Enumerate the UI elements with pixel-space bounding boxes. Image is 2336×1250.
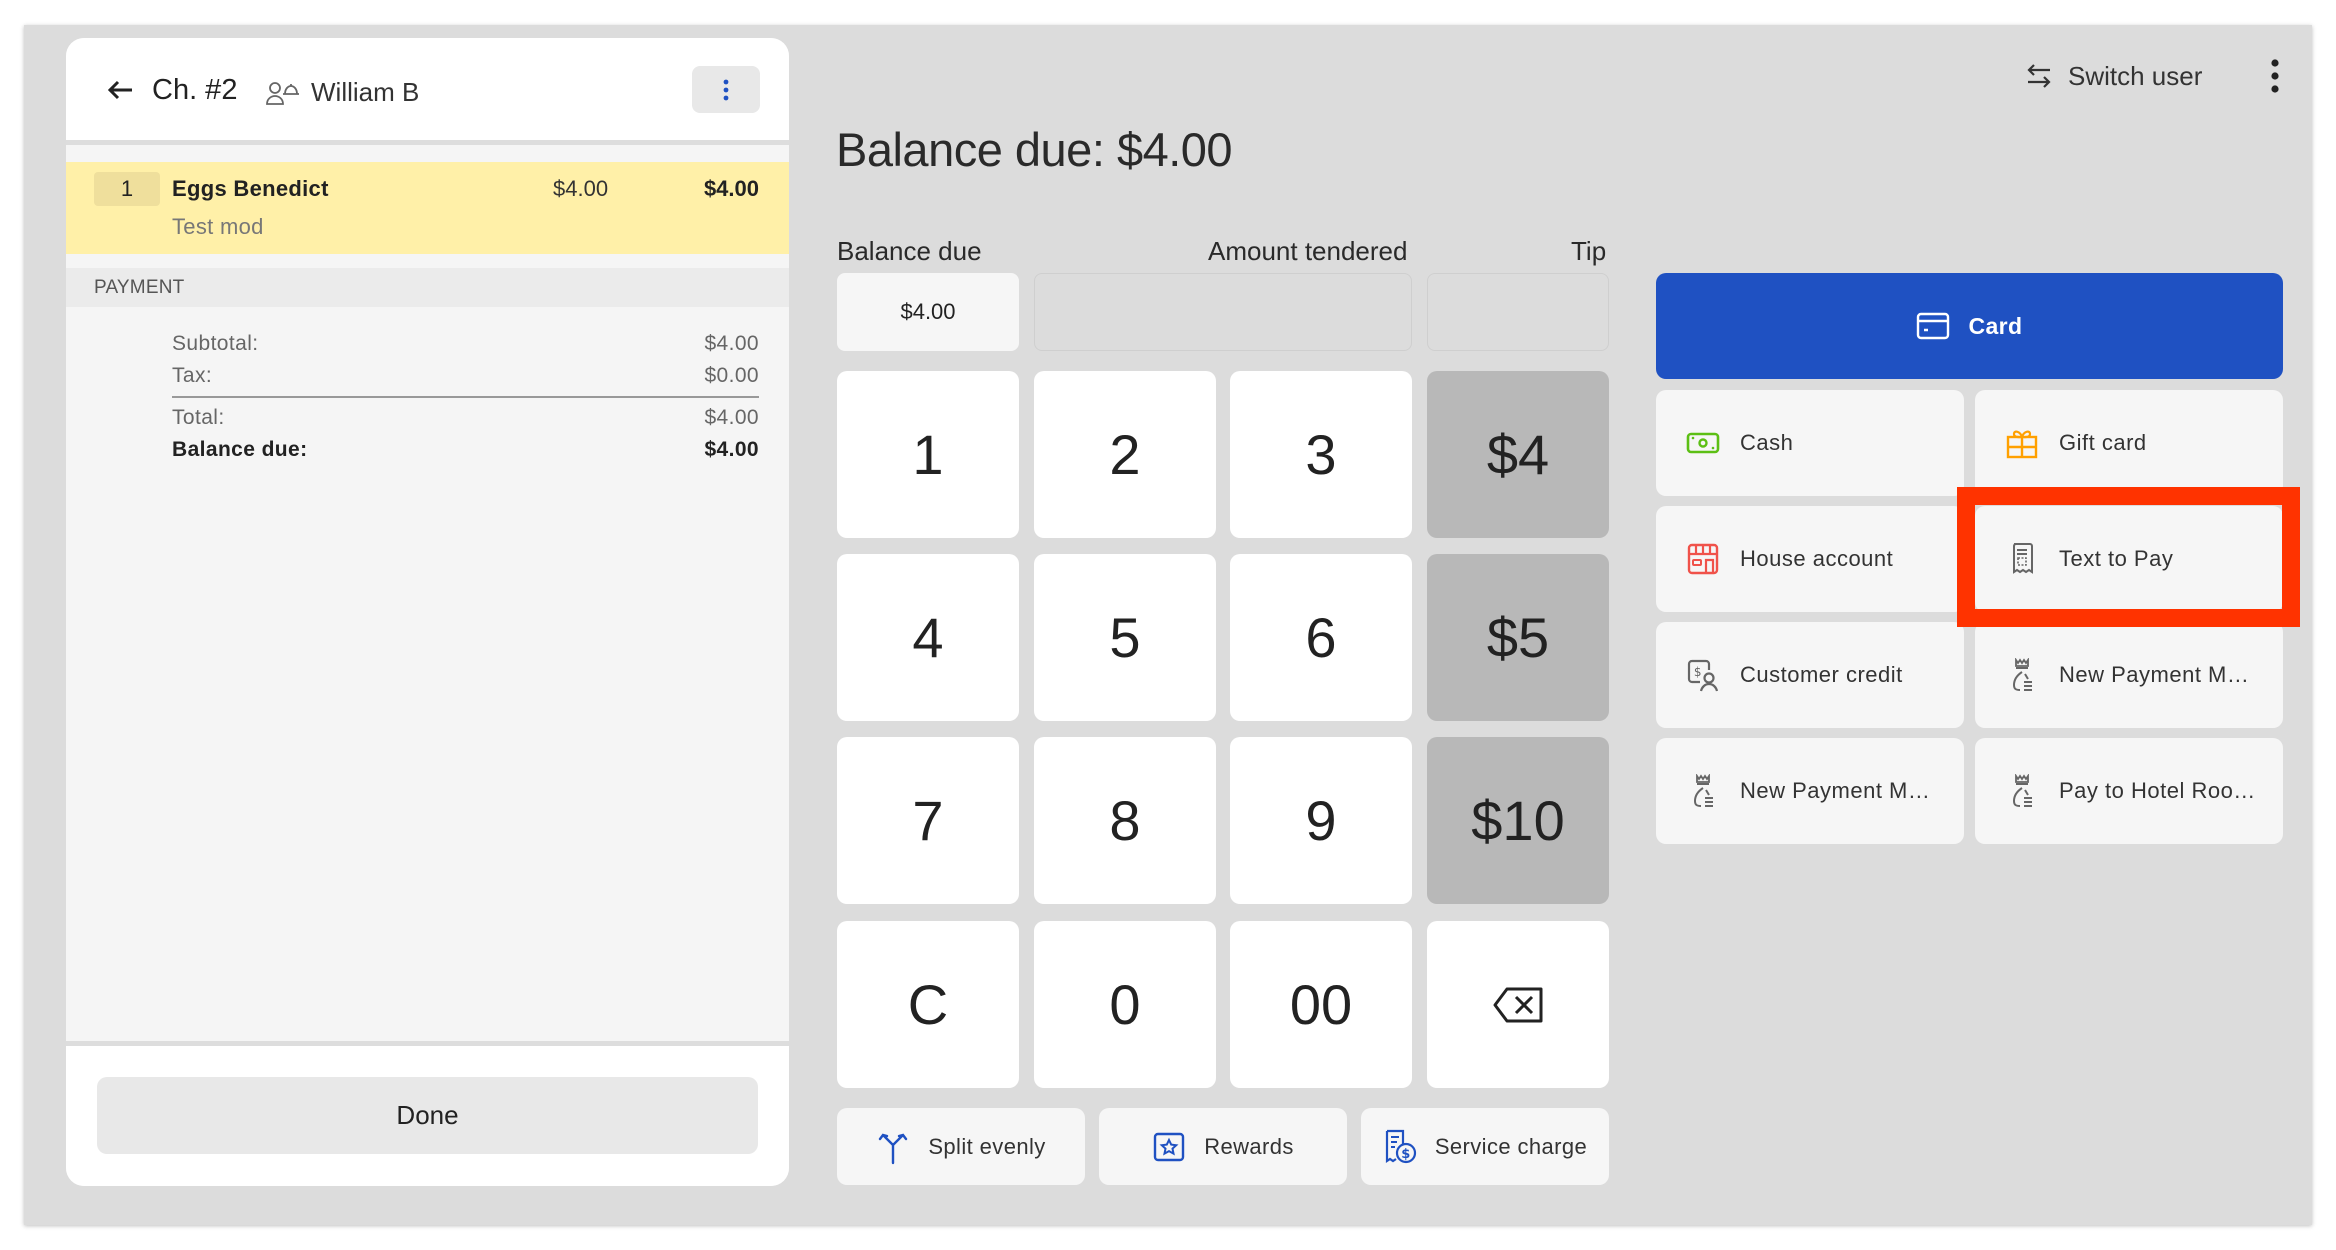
gift-card-payment-button[interactable]: Gift card xyxy=(1975,390,2283,496)
house-account-payment-button[interactable]: House account xyxy=(1656,506,1964,612)
key-8[interactable]: 8 xyxy=(1034,737,1216,904)
key-backspace[interactable] xyxy=(1427,921,1609,1088)
new-payment-method-label-2: New Payment M… xyxy=(1740,778,1931,803)
tax-row: Tax: $0.00 xyxy=(172,360,759,392)
key-00[interactable]: 00 xyxy=(1230,921,1412,1088)
gift-card-label: Gift card xyxy=(2059,430,2147,455)
gift-icon xyxy=(2006,430,2038,459)
rewards-label: Rewards xyxy=(1204,1133,1294,1159)
balance-due-field: $4.00 xyxy=(837,273,1019,351)
key-7[interactable]: 7 xyxy=(837,737,1019,904)
tax-label: Tax: xyxy=(172,364,213,387)
subtotal-label: Subtotal: xyxy=(172,332,259,355)
new-payment-method-label-1: New Payment M… xyxy=(2059,662,2250,687)
pay-to-hotel-room-button[interactable]: Pay to Hotel Roo… xyxy=(1975,738,2283,844)
key-2[interactable]: 2 xyxy=(1034,371,1216,538)
svg-text:$: $ xyxy=(1401,1147,1410,1162)
card-label: Card xyxy=(1968,312,2023,339)
total-label: Total: xyxy=(172,406,225,429)
house-account-label: House account xyxy=(1740,546,1894,571)
tip-input[interactable] xyxy=(1427,273,1609,351)
money-bag-icon xyxy=(2012,774,2032,807)
customer-credit-payment-button[interactable]: $ Customer credit xyxy=(1656,622,1964,728)
balance-due-field-label: Balance due xyxy=(837,236,982,266)
check-title: Ch. #2 xyxy=(152,74,238,106)
money-bag-icon xyxy=(2012,658,2032,691)
balance-due-label: Balance due: xyxy=(172,438,308,461)
item-modifier: Test mod xyxy=(172,214,264,239)
item-unit-price: $4.00 xyxy=(553,176,609,201)
backspace-icon xyxy=(1493,987,1543,1022)
subtotal-row: Subtotal: $4.00 xyxy=(172,328,759,360)
key-4[interactable]: 4 xyxy=(837,554,1019,721)
receipt-icon xyxy=(2013,543,2033,574)
switch-user-button[interactable]: Switch user xyxy=(2024,60,2202,92)
switch-user-label: Switch user xyxy=(2068,60,2203,91)
subtotal-value: $4.00 xyxy=(704,332,759,355)
cash-icon xyxy=(1686,432,1720,454)
cash-label: Cash xyxy=(1740,430,1794,455)
pay-to-hotel-room-label: Pay to Hotel Roo… xyxy=(2059,778,2256,803)
switch-arrows-icon xyxy=(2027,64,2051,88)
done-button[interactable]: Done xyxy=(97,1077,758,1154)
tax-value: $0.00 xyxy=(704,364,759,387)
amount-tendered-label: Amount tendered xyxy=(1208,236,1408,266)
payment-section-header: PAYMENT xyxy=(66,268,789,307)
service-charge-icon: $ xyxy=(1385,1129,1416,1163)
split-evenly-button[interactable]: Split evenly xyxy=(837,1108,1085,1185)
item-quantity: 1 xyxy=(94,172,160,206)
new-payment-method-button-2[interactable]: New Payment M… xyxy=(1656,738,1964,844)
order-item-row[interactable]: 1 Eggs Benedict $4.00 $4.00 Test mod xyxy=(66,162,789,254)
summary-divider xyxy=(172,396,759,398)
total-value: $4.00 xyxy=(704,406,759,429)
service-charge-label: Service charge xyxy=(1434,1133,1588,1159)
key-clear[interactable]: C xyxy=(837,921,1019,1088)
split-icon xyxy=(879,1133,908,1164)
balance-due-title: Balance due: $4.00 xyxy=(836,123,1233,176)
key-0[interactable]: 0 xyxy=(1034,921,1216,1088)
text-to-pay-label: Text to Pay xyxy=(2059,546,2174,571)
customer-credit-icon: $ xyxy=(1687,659,1719,692)
money-bag-icon xyxy=(1693,774,1713,807)
service-charge-button[interactable]: $ Service charge xyxy=(1361,1108,1609,1185)
storefront-icon xyxy=(1687,543,1719,575)
balance-due-row: Balance due: $4.00 xyxy=(172,434,759,466)
quick-amount-10[interactable]: $10 xyxy=(1427,737,1609,904)
text-to-pay-payment-button[interactable]: Text to Pay xyxy=(1975,506,2283,612)
quick-amount-4[interactable]: $4 xyxy=(1427,371,1609,538)
total-row: Total: $4.00 xyxy=(172,402,759,434)
credit-card-icon xyxy=(1917,312,1950,340)
customer-credit-label: Customer credit xyxy=(1740,662,1903,687)
key-5[interactable]: 5 xyxy=(1034,554,1216,721)
amount-tendered-input[interactable] xyxy=(1034,273,1412,351)
balance-due-value: $4.00 xyxy=(704,438,759,461)
key-6[interactable]: 6 xyxy=(1230,554,1412,721)
check-panel: Ch. #2 William B 1 Eggs Benedict $4.00 $… xyxy=(66,38,789,1186)
svg-text:$: $ xyxy=(1694,665,1702,679)
check-menu-button[interactable] xyxy=(692,66,760,113)
key-1[interactable]: 1 xyxy=(837,371,1019,538)
new-payment-method-button-1[interactable]: New Payment M… xyxy=(1975,622,2283,728)
key-9[interactable]: 9 xyxy=(1230,737,1412,904)
item-name: Eggs Benedict xyxy=(172,176,329,201)
guest-icon xyxy=(266,82,299,105)
cash-payment-button[interactable]: Cash xyxy=(1656,390,1964,496)
card-payment-button[interactable]: Card xyxy=(1656,273,2283,379)
quick-amount-5[interactable]: $5 xyxy=(1427,554,1609,721)
more-options-button[interactable] xyxy=(2266,58,2284,94)
check-footer: Done xyxy=(66,1041,789,1186)
kebab-menu-icon xyxy=(2271,59,2279,93)
kebab-menu-icon xyxy=(723,79,729,100)
split-evenly-label: Split evenly xyxy=(928,1133,1046,1159)
back-arrow-icon[interactable] xyxy=(102,72,138,108)
rewards-button[interactable]: Rewards xyxy=(1099,1108,1347,1185)
rewards-star-icon xyxy=(1153,1132,1185,1161)
item-total: $4.00 xyxy=(703,176,759,201)
guest-name: William B xyxy=(311,77,420,107)
key-3[interactable]: 3 xyxy=(1230,371,1412,538)
check-summary: Subtotal: $4.00 Tax: $0.00 Total: $4.00 … xyxy=(172,328,759,466)
check-header: Ch. #2 William B xyxy=(66,38,789,145)
tip-label: Tip xyxy=(1571,236,1607,266)
